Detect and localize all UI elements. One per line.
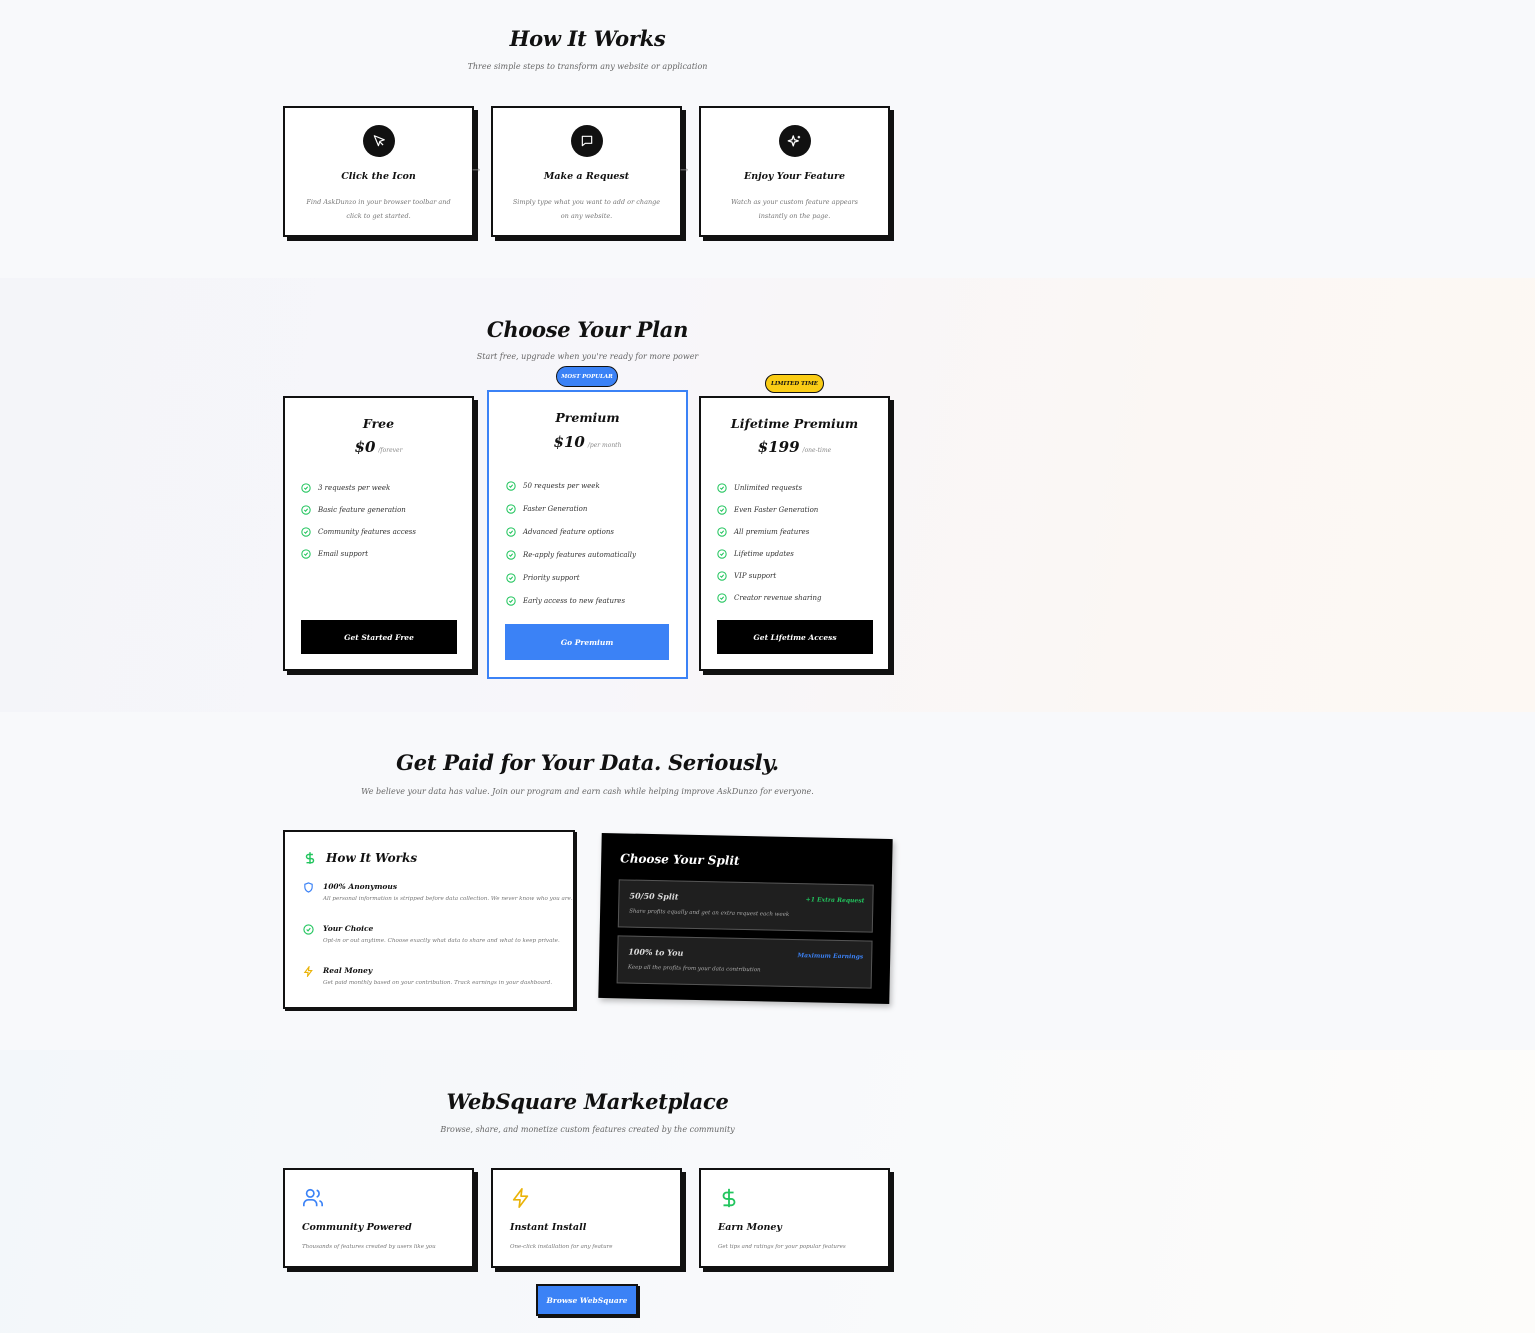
plan-name: Free: [362, 416, 395, 431]
dollar-icon: [305, 852, 315, 864]
plan-card-free: Free $0/forever 3 requests per week Basi…: [283, 396, 474, 671]
plan-card-premium: Premium $10/per month 50 requests per we…: [487, 390, 688, 679]
plan-feature: Basic feature generation: [301, 505, 406, 515]
get-lifetime-access-button[interactable]: Get Lifetime Access: [717, 620, 873, 654]
plan-feature: Unlimited requests: [717, 483, 802, 493]
check-circle-icon: [717, 593, 727, 603]
plan-name: Premium: [555, 410, 620, 425]
browse-websquare-button[interactable]: Browse WebSquare: [536, 1284, 638, 1316]
check-circle-icon: [717, 527, 727, 537]
plan-feature: Even Faster Generation: [717, 505, 818, 515]
split-option-100[interactable]: 100% to You Maximum Earnings Keep all th…: [616, 935, 873, 989]
check-circle-icon: [717, 483, 727, 493]
step-card-click-icon: Click the Icon Find AskDunzo in your bro…: [283, 106, 474, 237]
limited-time-badge: LIMITED TIME: [765, 374, 824, 393]
check-circle-icon: [506, 573, 516, 583]
plan-feature: Email support: [301, 549, 368, 559]
choose-split-card: Choose Your Split 50/50 Split +1 Extra R…: [598, 832, 893, 1005]
plan-feature: VIP support: [717, 571, 776, 581]
get-paid-subtitle: We believe your data has value. Join our…: [361, 787, 814, 796]
plan-name: Lifetime Premium: [730, 416, 859, 431]
step-title: Click the Icon: [341, 171, 416, 182]
check-circle-icon: [506, 527, 516, 537]
lightning-icon: [303, 966, 313, 977]
plan-feature: Creator revenue sharing: [717, 593, 821, 603]
paid-how-it-works-card: How It Works 100% Anonymous All personal…: [283, 830, 575, 1009]
lightning-icon: [512, 1188, 529, 1208]
pricing-subtitle: Start free, upgrade when you're ready fo…: [476, 352, 699, 361]
shield-icon: [304, 882, 313, 893]
step-title: Enjoy Your Feature: [743, 171, 846, 182]
step-description: Simply type what you want to add or chan…: [512, 198, 661, 220]
get-started-free-button[interactable]: Get Started Free: [301, 620, 457, 654]
step-title: Make a Request: [543, 171, 630, 182]
check-circle-icon: [301, 527, 311, 537]
check-circle-icon: [717, 505, 727, 515]
step-description: Find AskDunzo in your browser toolbar an…: [306, 198, 451, 220]
how-it-works-subtitle: Three simple steps to transform any webs…: [467, 62, 708, 71]
arrow-right-icon: →: [680, 165, 689, 176]
step-card-enjoy-feature: Enjoy Your Feature Watch as your custom …: [699, 106, 890, 237]
marketplace-card-title: Instant Install: [510, 1222, 587, 1233]
check-circle-icon: [506, 550, 516, 560]
check-circle-icon: [717, 571, 727, 581]
split-title: Choose Your Split: [620, 851, 740, 868]
check-circle-icon: [301, 505, 311, 515]
marketplace-card-desc: One-click installation for any feature: [510, 1244, 613, 1250]
plan-feature: 3 requests per week: [301, 483, 390, 493]
check-circle-icon: [301, 483, 311, 493]
plan-feature: Community features access: [301, 527, 416, 537]
marketplace-title: WebSquare Marketplace: [446, 1089, 729, 1114]
plan-feature: Lifetime updates: [717, 549, 794, 559]
step-description: Watch as your custom feature appears ins…: [731, 198, 858, 220]
check-circle-icon: [303, 924, 314, 935]
marketplace-card-title: Earn Money: [718, 1222, 782, 1233]
marketplace-card-desc: Thousands of features created by users l…: [302, 1244, 436, 1250]
how-it-works-title: How It Works: [509, 26, 666, 51]
pricing-title: Choose Your Plan: [486, 317, 689, 342]
plan-feature: All premium features: [717, 527, 809, 537]
chat-bubble-icon: [570, 125, 603, 157]
dollar-icon: [722, 1188, 736, 1208]
get-paid-title: Get Paid for Your Data. Seriously.: [396, 750, 779, 775]
marketplace-card-earn: Earn Money Get tips and ratings for your…: [699, 1168, 890, 1268]
go-premium-button[interactable]: Go Premium: [505, 624, 669, 660]
marketplace-card-instant: Instant Install One-click installation f…: [491, 1168, 682, 1268]
plan-feature: Priority support: [506, 573, 580, 583]
check-circle-icon: [717, 549, 727, 559]
sparkles-icon: [778, 125, 811, 157]
plan-feature: 50 requests per week: [506, 481, 600, 491]
plan-feature: Advanced feature options: [506, 527, 614, 537]
paid-card-header: How It Works: [303, 850, 417, 866]
check-circle-icon: [506, 504, 516, 514]
marketplace-card-title: Community Powered: [302, 1222, 412, 1233]
marketplace-card-community: Community Powered Thousands of features …: [283, 1168, 474, 1268]
check-circle-icon: [506, 596, 516, 606]
plan-price: $0/forever: [354, 438, 403, 456]
plan-feature: Early access to new features: [506, 596, 625, 606]
marketplace-subtitle: Browse, share, and monetize custom featu…: [440, 1125, 735, 1134]
marketplace-card-desc: Get tips and ratings for your popular fe…: [718, 1244, 846, 1250]
plan-price: $199/one-time: [757, 438, 832, 456]
users-icon: [303, 1188, 323, 1207]
cursor-icon: [362, 125, 395, 157]
check-circle-icon: [301, 549, 311, 559]
most-popular-badge: MOST POPULAR: [556, 366, 618, 387]
arrow-right-icon: →: [472, 165, 481, 176]
check-circle-icon: [506, 481, 516, 491]
plan-card-lifetime: Lifetime Premium $199/one-time Unlimited…: [699, 396, 890, 671]
plan-feature: Re-apply features automatically: [506, 550, 636, 560]
step-card-make-request: Make a Request Simply type what you want…: [491, 106, 682, 237]
plan-price: $10/per month: [553, 433, 622, 451]
split-option-50-50[interactable]: 50/50 Split +1 Extra Request Share profi…: [617, 879, 874, 933]
plan-feature: Faster Generation: [506, 504, 587, 514]
